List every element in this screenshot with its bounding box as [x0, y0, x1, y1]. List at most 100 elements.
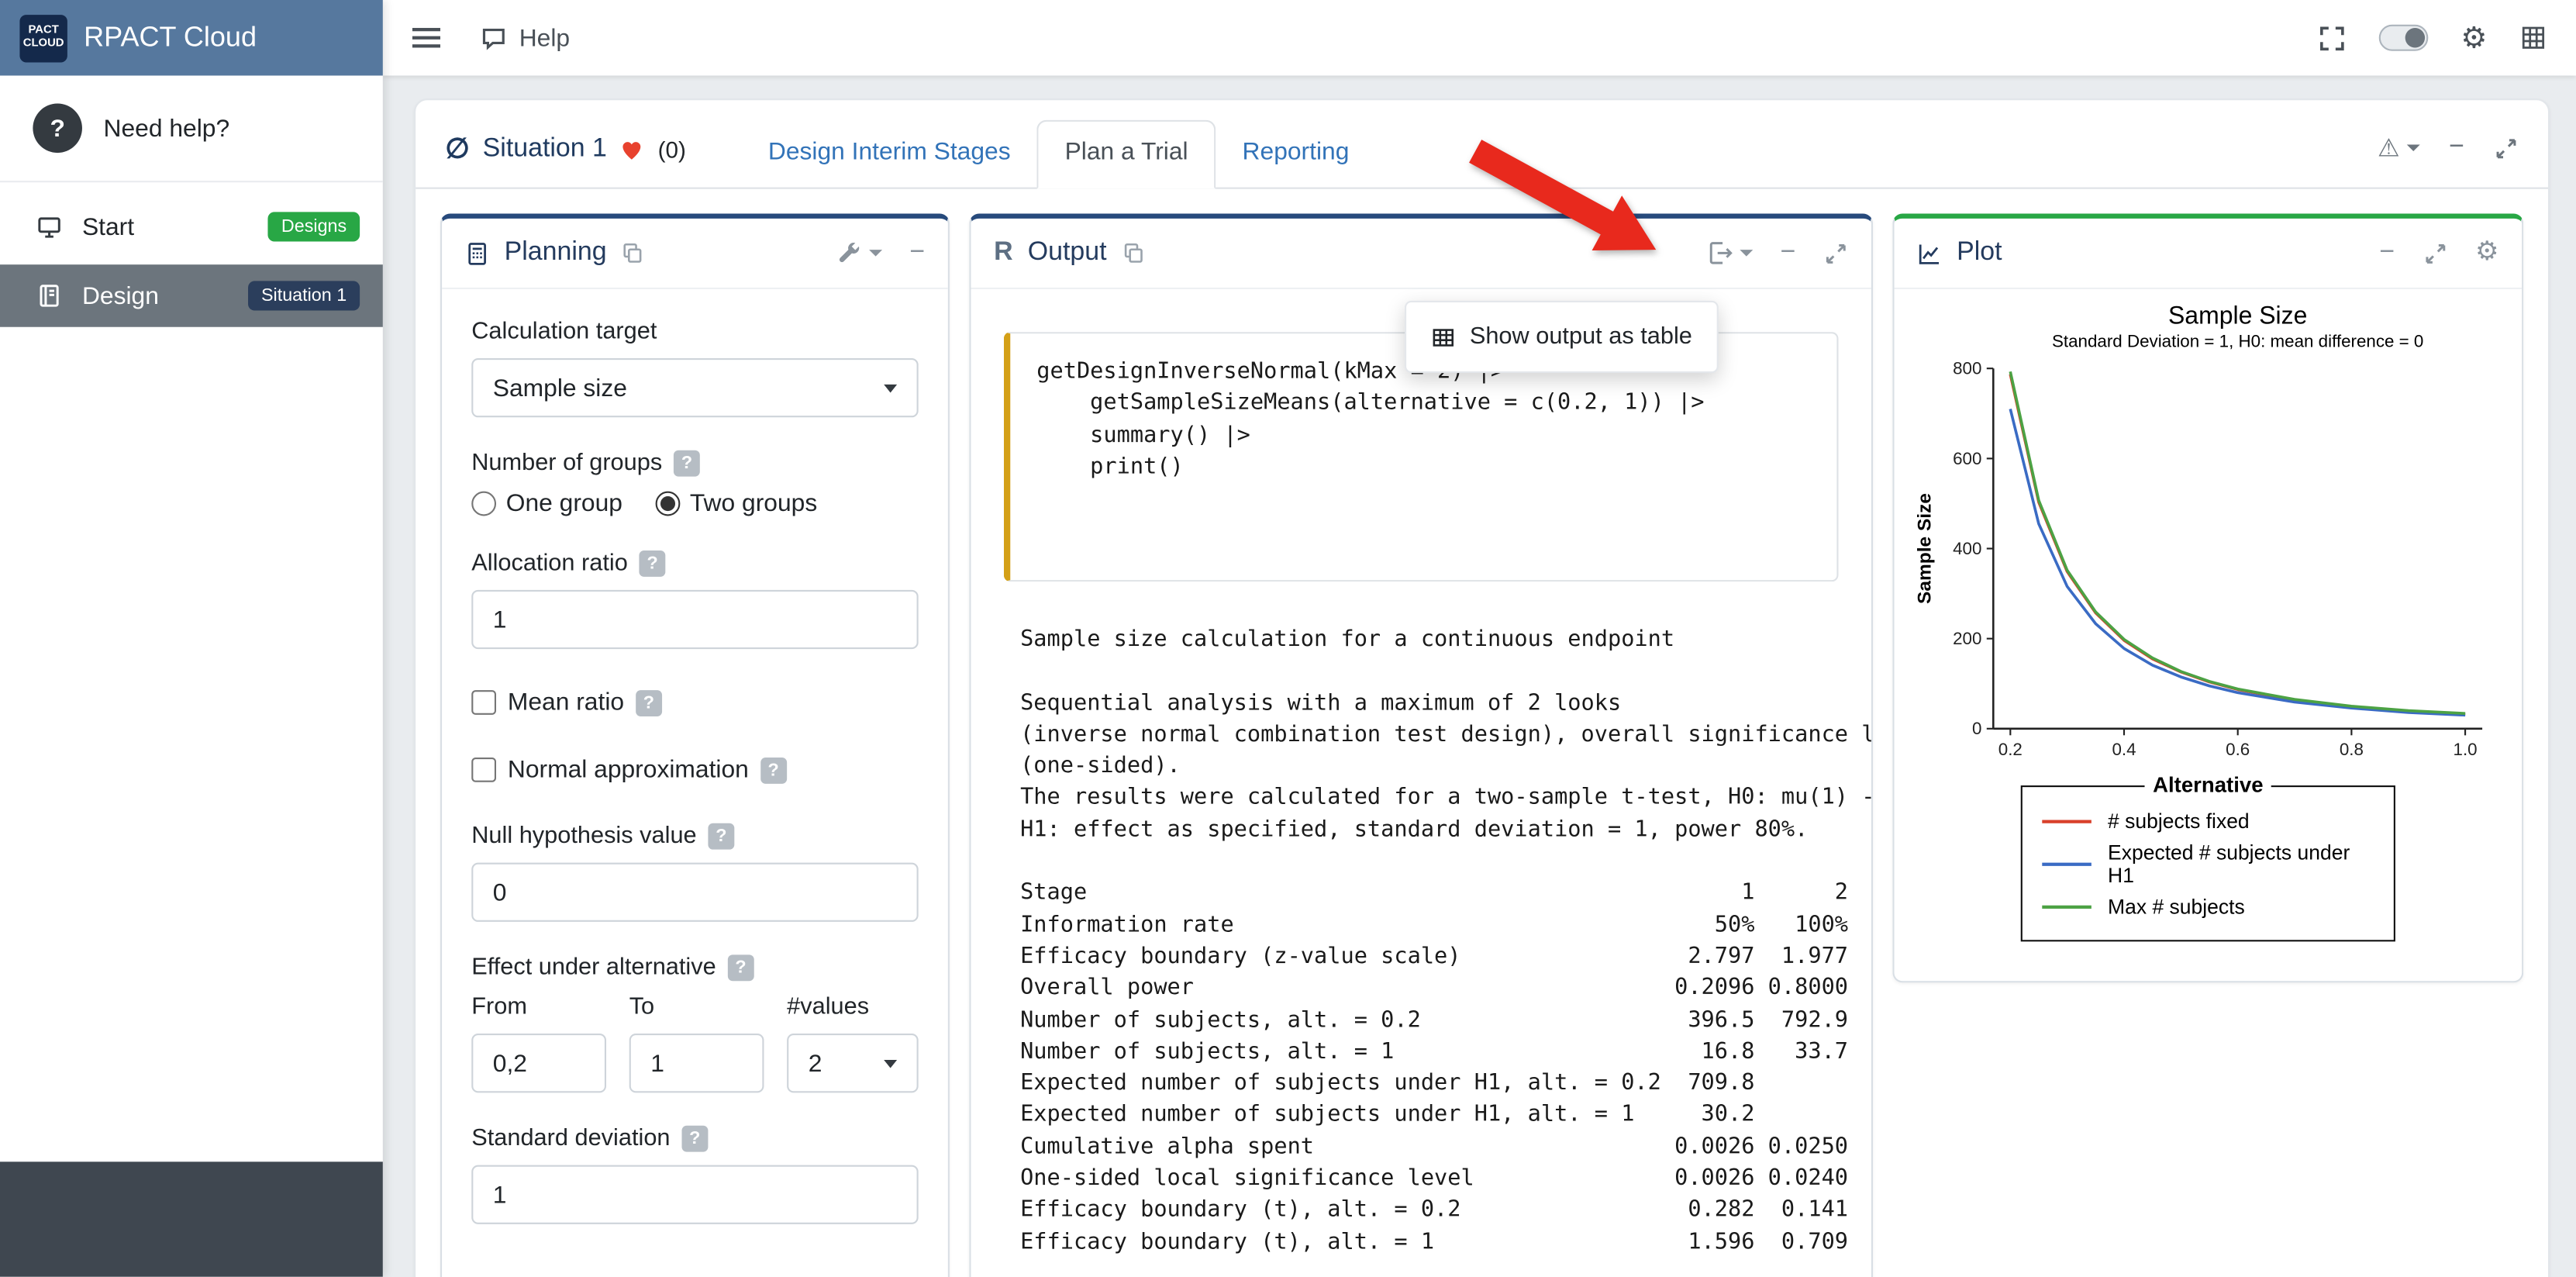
sidebar: PACT CLOUD RPACT Cloud ? Need help? Star… [0, 0, 383, 1277]
sample-size-chart: Sample SizeStandard Deviation = 1, H0: m… [1911, 295, 2505, 778]
tab-reporting[interactable]: Reporting [1216, 122, 1376, 188]
help-button[interactable]: Help [480, 24, 570, 52]
tools-dropdown[interactable] [837, 240, 881, 265]
plot-panel: Plot − ⚙ Sample SizeStandard Deviation =… [1892, 214, 2523, 982]
topbar: Help ⚙ [383, 0, 2576, 75]
null-hypothesis-input[interactable] [471, 863, 918, 922]
mean-ratio-input[interactable] [471, 690, 496, 715]
label-text: Number of groups [471, 450, 662, 477]
theme-toggle[interactable] [2378, 25, 2428, 51]
menu-item-label: Show output as table [1470, 324, 1692, 350]
normal-approximation-input[interactable] [471, 758, 496, 782]
output-header: R Output − [971, 219, 1871, 289]
label-text: Allocation ratio [471, 550, 628, 577]
standard-deviation-label: Standard deviation ? [471, 1126, 918, 1152]
legend-item: Expected # subjects under H1 [2042, 840, 2374, 886]
brand-name: RPACT Cloud [84, 22, 257, 54]
effect-from-group: From [471, 994, 606, 1092]
app-logo[interactable]: PACT CLOUD [19, 14, 67, 61]
checkbox-label: Normal approximation [508, 756, 749, 784]
table-icon [1430, 325, 1455, 350]
radio-two-groups[interactable]: Two groups [655, 490, 817, 518]
svg-text:0.4: 0.4 [2112, 740, 2136, 759]
heart-icon[interactable] [620, 138, 645, 161]
values-label: #values [787, 994, 919, 1020]
calculation-target-select[interactable]: Sample size [471, 358, 918, 417]
legend-swatch [2042, 905, 2091, 908]
logo-line1: PACT [28, 25, 58, 38]
help-label: Help [519, 24, 570, 52]
help-icon[interactable]: ? [728, 954, 754, 981]
r-logo-icon: R [994, 238, 1013, 267]
minimize-panel-icon[interactable]: − [1781, 240, 1796, 266]
svg-text:Sample Size: Sample Size [2168, 302, 2307, 330]
menu-icon[interactable] [412, 23, 440, 53]
svg-text:0.6: 0.6 [2226, 740, 2250, 759]
warnings-dropdown[interactable]: ⚠ [2378, 133, 2419, 163]
sidebar-item-start[interactable]: Start Designs [0, 195, 383, 258]
allocation-ratio-input[interactable] [471, 590, 918, 649]
radio-label: One group [506, 490, 622, 518]
need-help-label: Need help? [104, 114, 230, 142]
copy-icon[interactable] [1122, 242, 1145, 265]
sidebar-nav: Start Designs Design Situation 1 [0, 195, 383, 327]
chevron-down-icon [1740, 250, 1753, 256]
calculator-icon [465, 240, 490, 265]
app-root: Help ⚙ PACT CLOUD RPACT Cloud ? Need hel… [0, 0, 2576, 1277]
situation-badge: Situation 1 [248, 281, 360, 310]
fullscreen-icon[interactable] [2318, 24, 2346, 52]
checkbox-label: Mean ratio [508, 689, 624, 716]
effect-to-input[interactable] [629, 1034, 764, 1092]
effect-under-alternative-label: Effect under alternative ? [471, 954, 918, 981]
help-icon[interactable]: ? [681, 1126, 708, 1152]
to-label: To [629, 994, 764, 1020]
minimize-card-icon[interactable]: − [2449, 135, 2464, 161]
minimize-panel-icon[interactable]: − [909, 240, 925, 266]
plot-settings-icon[interactable]: ⚙ [2475, 240, 2498, 266]
radio-one-group[interactable]: One group [471, 490, 622, 518]
gear-icon[interactable]: ⚙ [2460, 23, 2487, 53]
label-text: Calculation target [471, 319, 657, 345]
effect-values-select[interactable]: 2 [787, 1034, 919, 1092]
show-output-as-table-item[interactable]: Show output as table [1405, 311, 1716, 364]
help-icon[interactable]: ? [760, 757, 787, 783]
sidebar-footer [0, 1161, 383, 1276]
radio-one-group-input[interactable] [471, 492, 496, 516]
radio-two-groups-input[interactable] [655, 492, 680, 516]
situation-title: Situation 1 [483, 135, 607, 164]
mean-ratio-checkbox[interactable]: Mean ratio ? [471, 689, 918, 716]
help-icon[interactable]: ? [674, 450, 700, 477]
effect-values-value: 2 [809, 1049, 822, 1077]
need-help-link[interactable]: ? Need help? [0, 75, 383, 182]
expand-panel-icon[interactable] [1823, 240, 1848, 265]
copy-icon[interactable] [622, 242, 645, 265]
tab-plan-a-trial[interactable]: Plan a Trial [1037, 120, 1216, 189]
svg-text:0: 0 [1972, 719, 1981, 738]
svg-text:0.8: 0.8 [2340, 740, 2364, 759]
effect-to-group: To [629, 994, 764, 1092]
label-text: Null hypothesis value [471, 823, 696, 850]
planning-title: Planning [505, 238, 607, 267]
normal-approximation-checkbox[interactable]: Normal approximation ? [471, 756, 918, 784]
svg-text:400: 400 [1953, 539, 1981, 558]
grid-icon[interactable] [2520, 25, 2547, 51]
chat-icon [480, 24, 508, 52]
monitor-icon [36, 214, 63, 240]
minimize-panel-icon[interactable]: − [2379, 240, 2395, 266]
tab-design-interim-stages[interactable]: Design Interim Stages [742, 122, 1037, 188]
expand-panel-icon[interactable] [2423, 240, 2447, 265]
effect-from-input[interactable] [471, 1034, 606, 1092]
help-icon[interactable]: ? [708, 823, 734, 850]
plot-legend: Alternative# subjects fixedExpected # su… [2021, 785, 2395, 940]
designs-badge: Designs [268, 212, 360, 241]
sidebar-item-design[interactable]: Design Situation 1 [0, 264, 383, 327]
export-dropdown[interactable] [1706, 240, 1752, 266]
legend-swatch [2042, 820, 2091, 823]
design-label: Design [82, 281, 159, 309]
help-icon[interactable]: ? [640, 550, 666, 577]
standard-deviation-input[interactable] [471, 1165, 918, 1224]
design-icon [36, 283, 63, 309]
help-icon[interactable]: ? [636, 689, 662, 716]
expand-card-icon[interactable] [2494, 136, 2519, 160]
app-brand: PACT CLOUD RPACT Cloud [0, 0, 383, 75]
